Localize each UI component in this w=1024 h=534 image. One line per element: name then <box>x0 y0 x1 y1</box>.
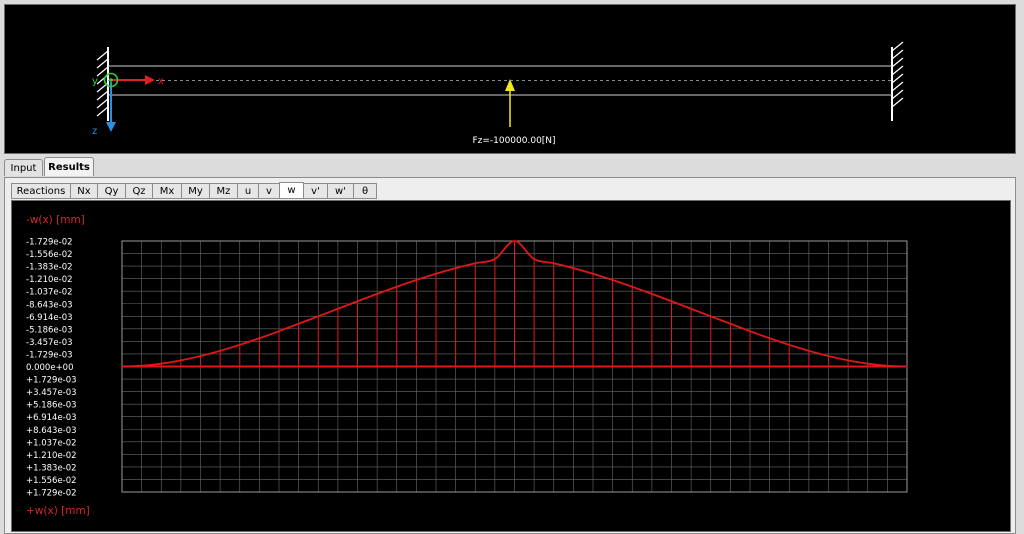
tab-my[interactable]: My <box>181 183 210 199</box>
point-load-arrow[interactable] <box>505 79 515 127</box>
beam[interactable] <box>108 65 892 96</box>
deflection-point <box>435 272 437 275</box>
deflection-point <box>121 365 123 368</box>
deflection-point <box>337 307 339 310</box>
y-tick-label: -3.457e-03 <box>26 338 73 348</box>
deflection-point <box>847 359 849 362</box>
deflection-point <box>533 258 535 260</box>
y-tick-label: +1.556e-02 <box>26 476 77 486</box>
deflection-point <box>140 364 143 367</box>
plot-top-label: -w(x) [mm] <box>26 214 85 226</box>
tab-mz[interactable]: Mz <box>209 183 238 199</box>
deflection-point <box>827 355 830 357</box>
y-tick-label: -1.556e-02 <box>26 250 73 260</box>
deflection-point <box>592 272 594 275</box>
deflection-point <box>690 307 692 310</box>
tab-v-prime[interactable]: v' <box>303 183 328 199</box>
y-tick-label: 0.000e+00 <box>26 363 74 373</box>
deflection-point <box>395 285 398 288</box>
deflection-point <box>297 322 300 325</box>
y-tick-label: -1.383e-02 <box>26 263 73 273</box>
tab-w[interactable]: w <box>279 182 304 199</box>
deflection-point <box>513 240 516 242</box>
y-tick-label: +1.383e-02 <box>26 463 77 473</box>
deflection-point <box>238 344 241 346</box>
axis-x-label: x <box>158 76 164 87</box>
y-tick-label: -1.210e-02 <box>26 275 73 285</box>
y-tick-label: +1.037e-02 <box>26 438 77 448</box>
deflection-point <box>709 315 712 318</box>
y-tick-label: -5.186e-03 <box>26 325 73 335</box>
deflection-point <box>866 362 869 365</box>
y-tick-label: -8.643e-03 <box>26 300 73 310</box>
y-tick-label: +6.914e-03 <box>26 413 77 423</box>
deflection-point <box>572 267 575 269</box>
tab-v[interactable]: v <box>258 183 280 199</box>
deflection-point <box>356 300 359 303</box>
tab-nx[interactable]: Nx <box>70 183 98 199</box>
tab-input[interactable]: Input <box>4 159 43 176</box>
y-tick-label: +1.729e-03 <box>26 376 77 386</box>
deflection-point <box>454 267 457 269</box>
deflection-point <box>611 279 614 281</box>
deflection-point <box>376 293 378 295</box>
deflection-point <box>494 258 496 260</box>
tab-theta[interactable]: θ <box>353 183 377 199</box>
y-tick-label: +3.457e-03 <box>26 388 77 398</box>
tab-reactions[interactable]: Reactions <box>11 183 71 199</box>
y-tick-label: -6.914e-03 <box>26 313 73 323</box>
beam-view[interactable]: x z y Fz=-100000.00[N] <box>4 4 1016 154</box>
deflection-point <box>768 337 771 340</box>
deflection-point <box>808 350 810 352</box>
y-tick-label: +1.729e-02 <box>26 489 77 499</box>
y-tick-label: -1.037e-02 <box>26 288 73 298</box>
deflection-point <box>219 350 221 352</box>
y-tick-label: +1.210e-02 <box>26 451 77 461</box>
point-load-label: Fz=-100000.00[N] <box>472 136 555 146</box>
plot-bottom-label: +w(x) [mm] <box>26 505 90 517</box>
tab-qy[interactable]: Qy <box>97 183 126 199</box>
results-panel: Reactions Nx Qy Qz Mx My Mz u v w v' w' … <box>4 177 1016 534</box>
deflection-point <box>199 355 202 357</box>
deflection-point <box>631 285 634 288</box>
deflection-point <box>258 337 261 340</box>
deflection-point <box>474 262 477 264</box>
axis-z-label: z <box>92 126 97 137</box>
deflection-point <box>749 330 751 332</box>
tab-qz[interactable]: Qz <box>125 183 153 199</box>
y-tick-label: +5.186e-03 <box>26 401 77 411</box>
deflection-point <box>670 300 673 303</box>
y-tick-label: +8.643e-03 <box>26 426 77 436</box>
tab-results[interactable]: Results <box>44 157 94 176</box>
right-fixed-support <box>891 41 904 121</box>
deflection-plot[interactable]: -w(x) [mm] +w(x) [mm] -1.729e-02 -1.556e-… <box>11 200 1011 532</box>
deflection-point <box>906 365 908 368</box>
deflection-point <box>415 279 418 281</box>
tab-u[interactable]: u <box>237 183 259 199</box>
deflection-chart: -w(x) [mm] +w(x) [mm] -1.729e-02 -1.556e-… <box>26 214 908 517</box>
deflection-point <box>788 344 791 346</box>
deflection-point <box>729 322 732 325</box>
deflection-point <box>886 364 889 367</box>
deflection-point <box>278 330 280 332</box>
axis-y-label: y <box>92 76 98 87</box>
deflection-point <box>552 262 555 264</box>
y-tick-label: -1.729e-02 <box>26 238 73 248</box>
deflection-point <box>317 315 320 318</box>
tab-mx[interactable]: Mx <box>152 183 182 199</box>
deflection-point <box>651 293 653 295</box>
deflection-point <box>160 362 163 365</box>
deflection-point <box>180 359 182 362</box>
y-tick-label: -1.729e-03 <box>26 350 73 360</box>
beam-diagram: x z y Fz=-100000.00[N] <box>92 41 904 146</box>
tab-w-prime[interactable]: w' <box>327 183 354 199</box>
